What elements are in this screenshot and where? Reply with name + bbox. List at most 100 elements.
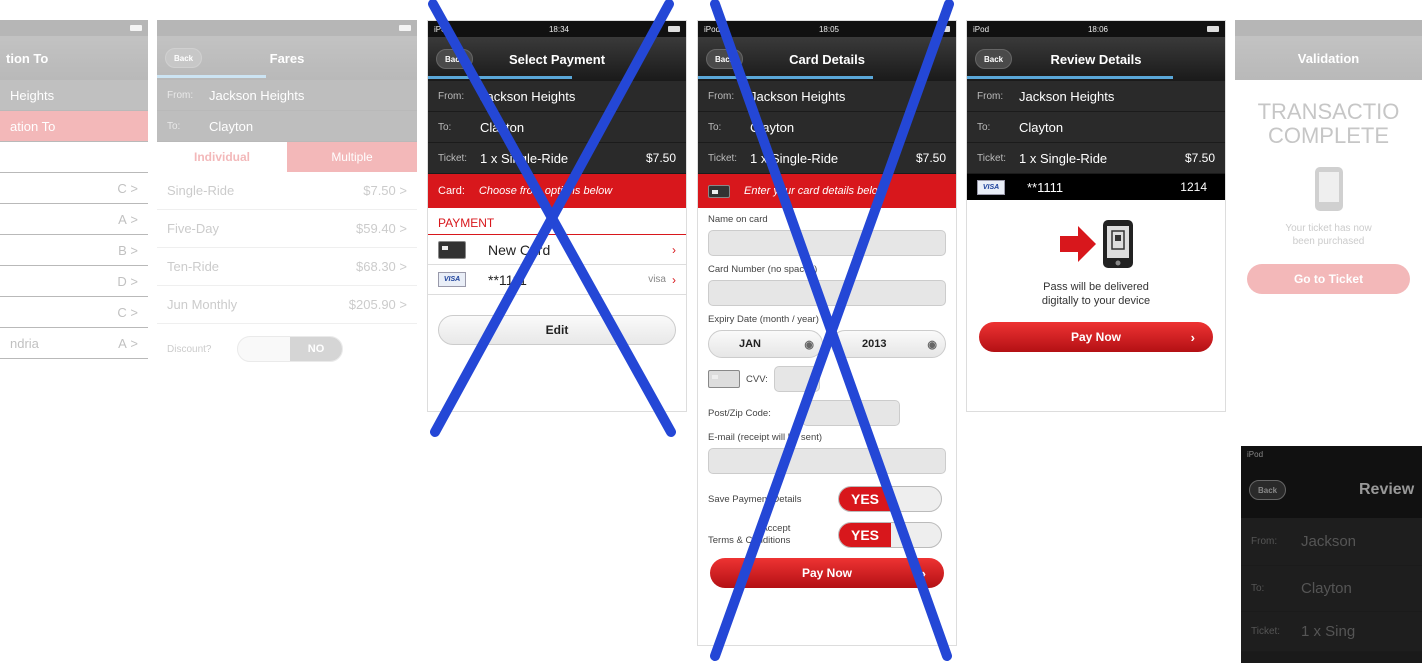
screen-station-to: tion To Heights ation To C > A > B > D >… <box>0 20 148 412</box>
status-bar: iPod 18:06 <box>967 21 1225 37</box>
saved-card-option[interactable]: VISA **1111 visa › <box>428 265 686 295</box>
battery-icon <box>130 25 142 31</box>
nav-bar: Back Review Details <box>967 37 1225 81</box>
from-row: From: Jackson Heights <box>967 81 1225 112</box>
card-prompt-bar: Enter your card details below <box>698 174 956 208</box>
postcode-row: Post/Zip Code: <box>698 396 956 430</box>
chevron-right-icon: › <box>921 565 926 581</box>
selected-card-row: VISA **1111 1214 <box>967 174 1225 200</box>
card-prompt-bar: Card: Choose from options below <box>428 174 686 208</box>
delivery-text: Pass will be delivered digitally to your… <box>1041 281 1151 307</box>
expiry-month-select[interactable]: JAN ◉ <box>708 330 823 358</box>
fare-tabs: Individual Multiple <box>157 142 417 172</box>
cvv-field[interactable] <box>773 366 820 392</box>
battery-icon <box>667 26 680 32</box>
from-row: From: Jackson Heights <box>698 81 956 112</box>
expiry-label: Expiry Date (month / year) <box>708 314 819 325</box>
fare-row[interactable]: Ten-Ride $68.30 > <box>157 248 417 286</box>
to-row: To: Clayton <box>157 111 417 142</box>
fare-row[interactable]: Single-Ride $7.50 > <box>157 172 417 210</box>
email-field[interactable] <box>708 448 946 474</box>
accept-terms-toggle[interactable]: YES <box>838 522 942 548</box>
screen-validation: Validation TRANSACTIO COMPLETE Your tick… <box>1235 20 1422 412</box>
pay-now-button[interactable]: Pay Now › <box>979 322 1213 352</box>
card-number-label: Card Number (no spaces) <box>708 264 818 275</box>
list-item[interactable]: A > <box>0 204 148 235</box>
progress-bar <box>698 76 874 79</box>
chevron-right-icon: › <box>672 242 676 257</box>
nav-title: Review <box>1359 481 1415 498</box>
list-item-selected[interactable]: ation To <box>0 111 148 142</box>
nav-bar: tion To <box>0 36 148 80</box>
list-item[interactable]: Heights <box>0 80 148 111</box>
battery-icon <box>399 25 411 31</box>
edit-button[interactable]: Edit <box>438 315 676 345</box>
fare-row[interactable]: Five-Day $59.40 > <box>157 210 417 248</box>
ticket-row: Ticket: 1 x Sing <box>1241 612 1422 652</box>
card-icon <box>438 240 466 259</box>
visa-icon: VISA <box>977 179 1005 195</box>
progress-bar <box>967 76 1174 79</box>
ticket-row: Ticket: 1 x Single-Ride $7.50 <box>967 143 1225 174</box>
delivery-illustration <box>967 200 1225 272</box>
screen-review-dark: iPod Back Review From: Jackson To: Clayton… <box>1241 446 1422 663</box>
screen-select-payment: iPod 18:34 Back Select Payment From: Jacks… <box>427 20 687 412</box>
list-item[interactable]: D > <box>0 266 148 297</box>
tab-multiple[interactable]: Multiple <box>287 142 417 172</box>
nav-bar: Back Fares <box>157 36 417 80</box>
station-list: Heights ation To C > A > B > D > C > ndr… <box>0 80 148 359</box>
from-row: From: Jackson <box>1241 518 1422 566</box>
back-button[interactable]: Back <box>706 49 744 69</box>
back-button[interactable]: Back <box>436 49 474 69</box>
discount-row: Discount? NO <box>157 324 417 374</box>
card-icon <box>708 184 730 198</box>
status-bar <box>1235 20 1422 36</box>
card-back-icon <box>708 370 740 388</box>
tab-individual[interactable]: Individual <box>157 142 287 172</box>
battery-icon <box>1206 26 1219 32</box>
card-number-field[interactable] <box>708 280 946 306</box>
accept-terms-row: Accept Terms & Conditions YES <box>698 518 956 558</box>
name-on-card-label: Name on card <box>708 214 768 225</box>
progress-bar <box>157 75 267 78</box>
nav-title: tion To <box>6 50 49 66</box>
from-row: From: Jackson Heights <box>428 81 686 112</box>
discount-toggle[interactable]: NO <box>237 336 343 362</box>
status-bar <box>0 20 148 36</box>
back-button[interactable]: Back <box>165 48 203 68</box>
expiry-year-select[interactable]: 2013 ◉ <box>831 330 946 358</box>
to-row: To: Clayton <box>698 112 956 143</box>
status-bar: iPod <box>1241 446 1422 462</box>
list-item[interactable]: C > <box>0 297 148 328</box>
go-to-ticket-button[interactable]: Go to Ticket <box>1247 264 1410 294</box>
email-label: E-mail (receipt will be sent) <box>708 432 823 443</box>
cvv-row: CVV: <box>698 362 956 396</box>
visa-icon: VISA <box>438 272 466 287</box>
save-details-toggle[interactable]: YES <box>838 486 942 512</box>
back-button[interactable]: Back <box>975 49 1013 69</box>
transaction-heading: TRANSACTIO COMPLETE <box>1257 99 1400 148</box>
nav-bar: Back Review <box>1241 462 1422 518</box>
progress-bar <box>428 76 573 79</box>
to-row: To: Clayton <box>428 112 686 143</box>
screen-fares: Back Fares From: Jackson Heights To: Clayt… <box>157 20 417 412</box>
transaction-message: Your ticket has now been purchased <box>1285 223 1372 247</box>
list-item[interactable]: ndria A > <box>0 328 148 359</box>
nav-bar: Back Card Details <box>698 37 956 81</box>
back-button[interactable]: Back <box>1249 480 1287 500</box>
name-on-card-field[interactable] <box>708 230 946 256</box>
screen-card-details: iPod 18:05 Back Card Details From: Jackson… <box>697 20 957 646</box>
dropdown-icon: ◉ <box>927 338 937 351</box>
pay-now-button[interactable]: Pay Now › <box>710 558 944 588</box>
to-row: To: Clayton <box>967 112 1225 143</box>
list-item[interactable] <box>0 142 148 173</box>
postcode-field[interactable] <box>802 400 900 426</box>
status-bar <box>157 20 417 36</box>
chevron-right-icon: › <box>672 272 676 287</box>
chevron-right-icon: › <box>1190 329 1195 345</box>
list-item[interactable]: B > <box>0 235 148 266</box>
new-card-option[interactable]: New Card › <box>428 235 686 265</box>
phone-ticket-icon <box>1103 220 1133 268</box>
fare-row[interactable]: Jun Monthly $205.90 > <box>157 286 417 324</box>
list-item[interactable]: C > <box>0 173 148 204</box>
